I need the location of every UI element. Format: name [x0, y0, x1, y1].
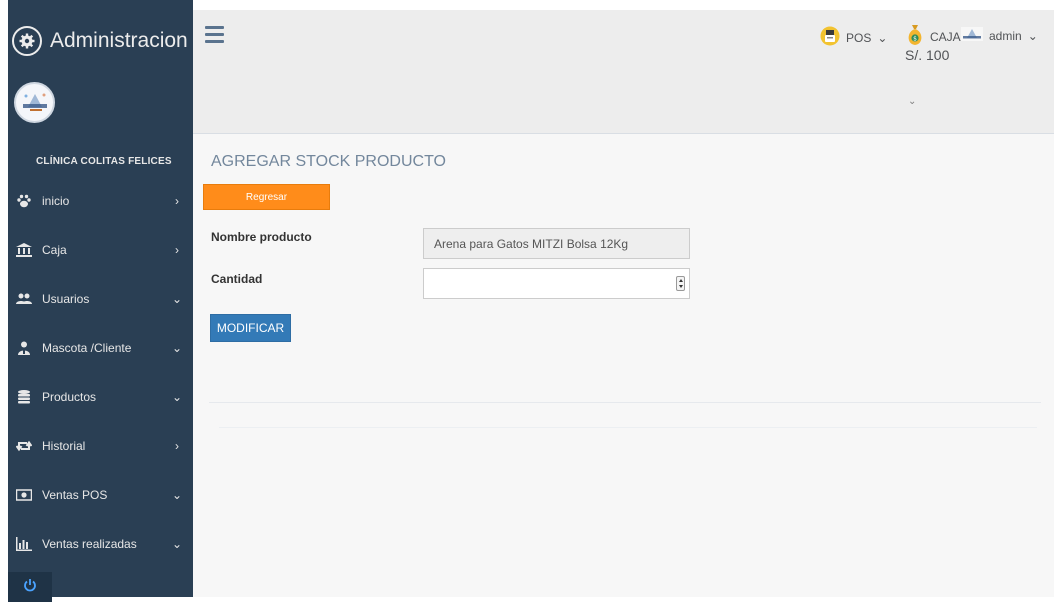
chevron-right-icon: › [175, 438, 179, 453]
sidebar-item-label: inicio [42, 193, 70, 208]
sidebar-item-ventas-realizadas[interactable]: Ventas realizadas ⌄ [8, 519, 193, 568]
brand-title: Administracion [50, 29, 188, 52]
menu-toggle-icon[interactable] [205, 26, 224, 47]
top-navigation: POS ⌄ $ CAJA S/. 100 ⌄ admin ⌄ [193, 10, 1054, 134]
clinic-logo [14, 82, 55, 123]
paw-icon [13, 194, 35, 208]
caja-label: CAJA [930, 29, 961, 44]
users-icon [13, 292, 35, 306]
sidebar-item-label: Ventas realizadas [42, 536, 137, 551]
power-icon [23, 578, 37, 597]
gear-icon [12, 26, 42, 56]
database-icon [13, 389, 35, 404]
sidebar-item-label: Productos [42, 389, 97, 404]
bank-icon [13, 242, 35, 257]
pos-label: POS [846, 30, 872, 45]
chevron-down-icon: ⌄ [172, 340, 183, 355]
sidebar-item-label: Ventas POS [42, 487, 108, 502]
sidebar-item-caja[interactable]: Caja › [8, 225, 193, 274]
sidebar-item-inicio[interactable]: inicio › [8, 176, 193, 225]
user-tie-icon [13, 341, 35, 355]
sidebar-item-mascota-cliente[interactable]: Mascota /Cliente ⌄ [8, 323, 193, 372]
caja-menu[interactable]: $ CAJA [906, 24, 961, 49]
back-button[interactable]: Regresar [203, 184, 330, 210]
chevron-right-icon: › [175, 193, 179, 208]
sidebar: Administracion CLÍNICA COLITAS FELICES i… [8, 0, 193, 602]
sidebar-item-label: Caja [42, 242, 67, 257]
chevron-down-icon: ⌄ [172, 487, 183, 502]
sidebar-menu: inicio › Caja › Usuarios ⌄ Mascota /Clie… [8, 176, 193, 568]
avatar [961, 27, 983, 44]
user-label: admin [989, 28, 1022, 43]
sidebar-item-historial[interactable]: Historial › [8, 421, 193, 470]
page-title: AGREGAR STOCK PRODUCTO [211, 153, 446, 170]
quantity-stepper[interactable] [676, 276, 685, 291]
chevron-down-icon: ⌄ [172, 536, 183, 551]
product-name-value: Arena para Gatos MITZI Bolsa 12Kg [434, 236, 629, 251]
chevron-down-icon: ⌄ [1027, 28, 1038, 43]
chevron-right-icon: › [175, 242, 179, 257]
divider [219, 427, 1037, 428]
sidebar-item-ventas-pos[interactable]: Ventas POS ⌄ [8, 470, 193, 519]
user-menu[interactable]: admin ⌄ [961, 27, 1038, 44]
chevron-down-icon: ⌄ [877, 30, 888, 45]
chevron-down-icon: ⌄ [172, 389, 183, 404]
quantity-label: Cantidad [211, 272, 263, 286]
clinic-name: CLÍNICA COLITAS FELICES [36, 156, 172, 167]
svg-text:$: $ [913, 35, 917, 42]
divider [209, 402, 1041, 403]
logout-button[interactable] [8, 572, 52, 602]
sidebar-item-label: Historial [42, 438, 86, 453]
chevron-down-icon: ⌄ [172, 291, 183, 306]
main-content: AGREGAR STOCK PRODUCTO Regresar Nombre p… [193, 134, 1054, 597]
retweet-icon [13, 440, 35, 452]
bar-chart-icon [13, 536, 35, 551]
sidebar-item-productos[interactable]: Productos ⌄ [8, 372, 193, 421]
sidebar-item-usuarios[interactable]: Usuarios ⌄ [8, 274, 193, 323]
quantity-input[interactable] [423, 268, 690, 299]
sidebar-item-label: Mascota /Cliente [42, 340, 132, 355]
product-name-field: Arena para Gatos MITZI Bolsa 12Kg [423, 228, 690, 259]
caja-amount: S/. 100 [905, 47, 950, 63]
submit-button[interactable]: MODIFICAR [210, 314, 291, 342]
pos-menu[interactable]: POS ⌄ [820, 26, 887, 49]
brand[interactable]: Administracion [12, 24, 188, 58]
chevron-down-icon[interactable]: ⌄ [908, 96, 916, 107]
product-name-label: Nombre producto [211, 230, 312, 244]
pos-icon [820, 26, 840, 49]
money-bag-icon: $ [906, 24, 924, 49]
sidebar-item-label: Usuarios [42, 291, 90, 306]
money-icon [13, 488, 35, 501]
